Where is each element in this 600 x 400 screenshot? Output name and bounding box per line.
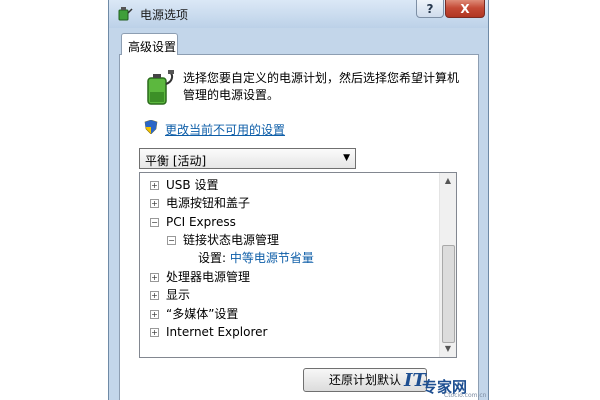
tree-item-power-buttons-lid[interactable]: + 电源按钮和盖子 (150, 194, 250, 212)
tree-item-label: 链接状态电源管理 (183, 233, 280, 247)
close-button[interactable]: X (445, 0, 485, 18)
scroll-up-arrow-icon[interactable]: ▲ (440, 173, 456, 189)
expand-plus-icon[interactable]: + (150, 181, 159, 190)
tree-item-link-state-power[interactable]: − 链接状态电源管理 (167, 231, 279, 249)
setting-label: 设置: (198, 251, 227, 265)
expand-plus-icon[interactable]: + (150, 199, 159, 208)
watermark: IT 专家网 Ctocio.com.cn (404, 370, 498, 399)
expand-plus-icon[interactable]: + (150, 328, 159, 337)
tree-item-pci-express[interactable]: − PCI Express (150, 213, 236, 231)
expand-plus-icon[interactable]: + (150, 273, 159, 282)
tree-item-label: “多媒体”设置 (166, 307, 239, 321)
power-plan-select-value: 平衡 [活动] (145, 154, 207, 168)
power-plan-select[interactable]: 平衡 [活动] ▼ (139, 148, 356, 169)
power-options-icon (118, 7, 133, 21)
tree-scrollbar[interactable]: ▲ ▼ (439, 173, 456, 357)
title-bar[interactable]: 电源选项 ? X (109, 0, 488, 28)
window-title: 电源选项 (140, 8, 189, 22)
battery-plug-icon (147, 70, 174, 105)
tree-item-processor-power[interactable]: + 处理器电源管理 (150, 268, 250, 286)
setting-value-link[interactable]: 中等电源节省量 (230, 251, 314, 265)
expand-plus-icon[interactable]: + (150, 291, 159, 300)
uac-shield-icon (144, 120, 158, 134)
tree-setting-row[interactable]: 设置: 中等电源节省量 (198, 249, 314, 267)
settings-tree[interactable]: + USB 设置 + 电源按钮和盖子 − PCI Express − 链接状态电源管理 … (139, 172, 457, 358)
scrollbar-thumb[interactable] (442, 245, 455, 343)
tree-item-multimedia[interactable]: + “多媒体”设置 (150, 305, 238, 323)
tab-advanced-settings[interactable]: 高级设置 (121, 33, 178, 55)
description-text: 选择您要自定义的电源计划，然后选择您希望计算机管理的电源设置。 (183, 71, 460, 102)
change-unavailable-settings-link[interactable]: 更改当前不可用的设置 (165, 121, 285, 138)
tree-item-display[interactable]: + 显示 (150, 286, 190, 304)
collapse-minus-icon[interactable]: − (167, 236, 176, 245)
tree-item-label: Internet Explorer (166, 325, 268, 339)
tree-item-usb[interactable]: + USB 设置 (150, 176, 218, 194)
tree-item-label: 处理器电源管理 (166, 270, 251, 284)
collapse-minus-icon[interactable]: − (150, 218, 159, 227)
help-button[interactable]: ? (416, 0, 444, 18)
dropdown-arrow-icon: ▼ (343, 153, 350, 163)
scroll-down-arrow-icon[interactable]: ▼ (440, 341, 456, 357)
tree-item-internet-explorer[interactable]: + Internet Explorer (150, 323, 267, 341)
tree-item-label: 电源按钮和盖子 (166, 196, 251, 210)
tree-item-label: PCI Express (166, 215, 236, 229)
watermark-url: Ctocio.com.cn (444, 392, 487, 399)
tree-item-label: 显示 (166, 288, 191, 302)
tree-item-label: USB 设置 (166, 178, 219, 192)
expand-plus-icon[interactable]: + (150, 310, 159, 319)
power-options-window: 电源选项 ? X 高级设置 选择您要自定义的电源计划，然后选择您希望计算机管理的… (108, 0, 489, 400)
